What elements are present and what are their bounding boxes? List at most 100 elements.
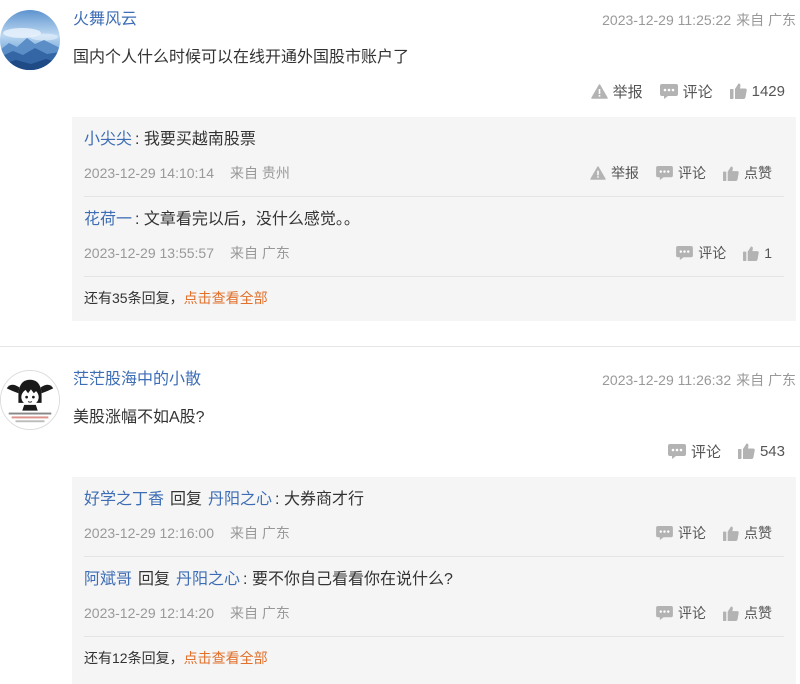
comment-text: 国内个人什么时候可以在线开通外国股市账户了 — [73, 49, 410, 66]
thumbs-up-icon — [723, 605, 739, 621]
reply-location: 来自 广东 — [230, 605, 290, 621]
like-count: 1429 — [751, 82, 785, 100]
reply-target-username[interactable]: 丹阳之心 — [176, 571, 240, 588]
comment-location: 来自 广东 — [736, 12, 796, 28]
reply-text: : 文章看完以后，没什么感觉。。 — [135, 211, 360, 228]
more-replies: 还有35条回复，点击查看全部 — [84, 277, 784, 321]
reply-time: 2023-12-29 12:16:00 — [84, 525, 214, 541]
user-avatar[interactable] — [0, 10, 60, 70]
comment-username[interactable]: 火舞风云 — [73, 9, 137, 31]
reply-actions: 评论 点赞 — [656, 523, 772, 543]
thumbs-up-icon — [737, 443, 755, 459]
reply-item: 小尖尖: 我要买越南股票 2023-12-29 14:10:14 来自 贵州 举报 — [84, 117, 784, 197]
reply-timestamp: 2023-12-29 12:14:20 来自 广东 — [84, 603, 290, 623]
like-label: 点赞 — [744, 165, 772, 181]
reply-to-label: 回复 — [170, 491, 203, 508]
mountain-avatar-image — [0, 10, 60, 70]
more-replies-count: 还有12条回复， — [84, 650, 184, 666]
reply-location: 来自 贵州 — [230, 165, 290, 181]
like-label: 点赞 — [744, 605, 772, 621]
comment-button[interactable]: 评论 — [656, 163, 706, 183]
reply-content: 阿斌哥 回复 丹阳之心: 要不你自己看看你在说什么? — [84, 569, 784, 591]
comment-icon — [659, 83, 678, 99]
reply-timestamp: 2023-12-29 14:10:14 来自 贵州 — [84, 163, 290, 183]
comment-button[interactable]: 评论 — [656, 523, 706, 543]
comment-button[interactable]: 评论 — [659, 81, 713, 102]
reply-username[interactable]: 小尖尖 — [84, 131, 132, 148]
like-button[interactable]: 点赞 — [723, 603, 772, 623]
reply-content: 好学之丁香 回复 丹阳之心: 大券商才行 — [84, 489, 784, 511]
comment-icon — [656, 526, 673, 540]
reply-meta: 2023-12-29 14:10:14 来自 贵州 举报 评论 点赞 — [84, 163, 784, 183]
view-all-replies-link[interactable]: 点击查看全部 — [184, 290, 268, 306]
reply-meta: 2023-12-29 12:14:20 来自 广东 评论 点赞 — [84, 603, 784, 623]
comment-button[interactable]: 评论 — [676, 243, 726, 263]
reply-meta: 2023-12-29 12:16:00 来自 广东 评论 点赞 — [84, 523, 784, 543]
more-replies-count: 还有35条回复， — [84, 290, 184, 306]
reply-content: 小尖尖: 我要买越南股票 — [84, 129, 784, 151]
comment-item: 茫茫股海中的小散 2023-12-29 11:26:32 来自 广东 美股涨幅不如… — [0, 360, 800, 684]
reply-timestamp: 2023-12-29 12:16:00 来自 广东 — [84, 523, 290, 543]
thumbs-up-icon — [723, 165, 739, 181]
reply-list: 小尖尖: 我要买越南股票 2023-12-29 14:10:14 来自 贵州 举报 — [72, 117, 796, 321]
like-count: 543 — [759, 442, 785, 460]
like-button[interactable]: 543 — [737, 442, 785, 460]
like-button[interactable]: 1 — [743, 245, 772, 261]
report-button[interactable]: 举报 — [590, 163, 639, 183]
reply-target-username[interactable]: 丹阳之心 — [208, 491, 272, 508]
reply-location: 来自 广东 — [230, 245, 290, 261]
thumbs-up-icon — [729, 83, 747, 99]
reply-actions: 评论 1 — [676, 243, 772, 263]
reply-list: 好学之丁香 回复 丹阳之心: 大券商才行 2023-12-29 12:16:00 来自… — [72, 477, 796, 684]
reply-item: 阿斌哥 回复 丹阳之心: 要不你自己看看你在说什么? 2023-12-29 12:1… — [84, 557, 784, 637]
reply-actions: 评论 点赞 — [656, 603, 772, 623]
comment-text: 美股涨幅不如A股? — [73, 409, 205, 426]
cartoon-girl-avatar-image — [1, 371, 59, 429]
reply-meta: 2023-12-29 13:55:57 来自 广东 评论 1 — [84, 243, 784, 263]
report-label: 举报 — [612, 83, 643, 101]
comment-label: 评论 — [678, 525, 706, 541]
thumbs-up-icon — [723, 525, 739, 541]
like-button[interactable]: 点赞 — [723, 523, 772, 543]
reply-item: 好学之丁香 回复 丹阳之心: 大券商才行 2023-12-29 12:16:00 来自… — [84, 477, 784, 557]
comment-location: 来自 广东 — [736, 372, 796, 388]
reply-text: : 大券商才行 — [275, 491, 364, 508]
comment-actions: 举报 评论 1429 — [590, 80, 785, 102]
like-count: 1 — [764, 245, 772, 261]
reply-time: 2023-12-29 14:10:14 — [84, 165, 214, 181]
comment-icon — [656, 606, 673, 620]
comment-item: 火舞风云 2023-12-29 11:25:22 来自 广东 国内个人什么时候可以… — [0, 0, 800, 347]
comment-time: 2023-12-29 11:25:22 — [602, 12, 732, 28]
comment-label: 评论 — [682, 83, 713, 101]
view-all-replies-link[interactable]: 点击查看全部 — [184, 650, 268, 666]
reply-location: 来自 广东 — [230, 525, 290, 541]
reply-username[interactable]: 花荷一 — [84, 211, 132, 228]
comment-button[interactable]: 评论 — [667, 441, 721, 462]
comment-label: 评论 — [678, 165, 706, 181]
reply-text: : 我要买越南股票 — [135, 131, 256, 148]
thumbs-up-icon — [743, 245, 759, 261]
comment-label: 评论 — [698, 245, 727, 261]
like-button[interactable]: 1429 — [729, 82, 785, 100]
report-label: 举报 — [611, 165, 639, 181]
reply-timestamp: 2023-12-29 13:55:57 来自 广东 — [84, 243, 290, 263]
like-button[interactable]: 点赞 — [723, 163, 772, 183]
warning-icon — [590, 166, 606, 180]
reply-item: 花荷一: 文章看完以后，没什么感觉。。 2023-12-29 13:55:57 来… — [84, 197, 784, 277]
comment-timestamp: 2023-12-29 11:25:22 来自 广东 — [602, 11, 796, 29]
comment-username[interactable]: 茫茫股海中的小散 — [73, 369, 201, 391]
reply-time: 2023-12-29 12:14:20 — [84, 605, 214, 621]
comment-label: 评论 — [690, 443, 721, 461]
reply-actions: 举报 评论 点赞 — [590, 163, 772, 183]
more-replies: 还有12条回复，点击查看全部 — [84, 637, 784, 681]
reply-username[interactable]: 阿斌哥 — [84, 571, 132, 588]
comment-button[interactable]: 评论 — [656, 603, 706, 623]
comment-icon — [667, 443, 686, 459]
comment-label: 评论 — [678, 605, 706, 621]
reply-username[interactable]: 好学之丁香 — [84, 491, 164, 508]
reply-content: 花荷一: 文章看完以后，没什么感觉。。 — [84, 209, 784, 231]
reply-time: 2023-12-29 13:55:57 — [84, 245, 214, 261]
report-button[interactable]: 举报 — [590, 81, 643, 102]
comment-actions: 评论 543 — [667, 440, 785, 462]
user-avatar[interactable] — [0, 370, 60, 430]
